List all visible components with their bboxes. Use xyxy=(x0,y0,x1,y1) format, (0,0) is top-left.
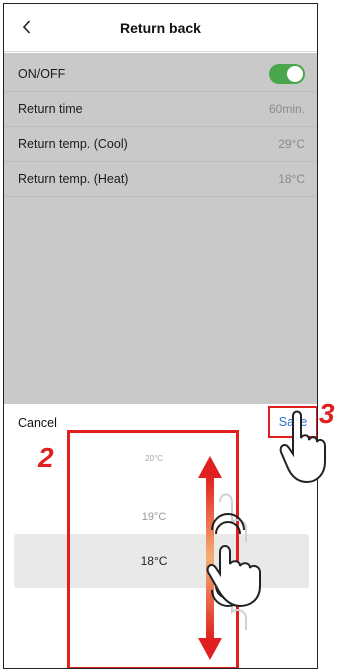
divider xyxy=(4,196,317,197)
chevron-left-icon xyxy=(22,20,31,34)
onoff-row: ON/OFF xyxy=(4,57,317,91)
return-time-value: 60min. xyxy=(268,102,305,116)
cancel-button[interactable]: Cancel xyxy=(18,416,57,430)
return-temp-cool-label: Return temp. (Cool) xyxy=(18,137,128,151)
toggle-knob xyxy=(287,66,303,82)
return-temp-heat-label: Return temp. (Heat) xyxy=(18,172,129,186)
tap-hand-icon xyxy=(279,410,326,484)
app-header: Return back xyxy=(4,4,317,52)
return-time-label: Return time xyxy=(18,102,83,116)
onoff-toggle[interactable] xyxy=(269,64,305,84)
return-temp-cool-value: 29°C xyxy=(278,137,305,151)
return-temp-cool-row[interactable]: Return temp. (Cool) 29°C xyxy=(4,127,317,161)
return-temp-heat-row[interactable]: Return temp. (Heat) 18°C xyxy=(4,162,317,196)
settings-list-dimmed: ON/OFF Return time 60min. Return temp. (… xyxy=(4,53,317,404)
onoff-label: ON/OFF xyxy=(18,67,66,81)
step-number-2: 2 xyxy=(38,442,54,473)
picker-option-selected[interactable]: 18°C xyxy=(114,554,194,568)
picker-option[interactable]: 20°C xyxy=(114,454,194,463)
page-title: Return back xyxy=(120,20,201,36)
back-button[interactable] xyxy=(14,14,40,40)
swipe-hand-icon xyxy=(206,493,261,630)
return-time-row[interactable]: Return time 60min. xyxy=(4,92,317,126)
return-temp-heat-value: 18°C xyxy=(278,172,305,186)
picker-option[interactable]: 19°C xyxy=(114,511,194,523)
phone-screen: Return back ON/OFF Return time 60min. Re… xyxy=(3,3,318,669)
